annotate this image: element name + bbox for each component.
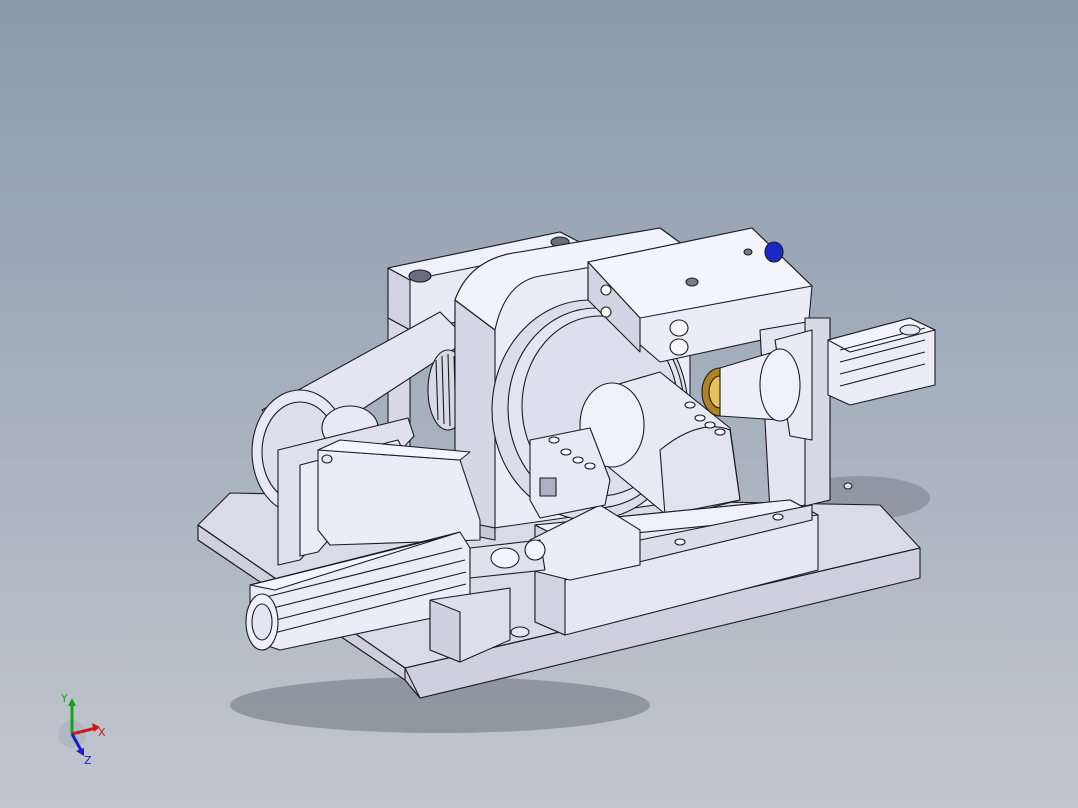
cad-graphics-viewport[interactable]: Y X Z: [0, 0, 1078, 808]
blue-fitting: [764, 241, 784, 263]
coordinate-triad: Y X Z: [58, 692, 106, 767]
fixture-assembly-model[interactable]: [0, 0, 1078, 808]
mounting-hole: [408, 269, 432, 283]
right-pneumatic-cylinder[interactable]: [827, 317, 936, 406]
triad-z-label: Z: [84, 754, 92, 767]
pneumatic-fitting: [490, 547, 520, 569]
triad-x-label: X: [98, 726, 106, 739]
triad-y-label: Y: [60, 692, 68, 705]
clamp-bolt: [669, 319, 689, 337]
clamp-bolt: [669, 338, 689, 356]
triad-y-arrow: [68, 698, 76, 706]
